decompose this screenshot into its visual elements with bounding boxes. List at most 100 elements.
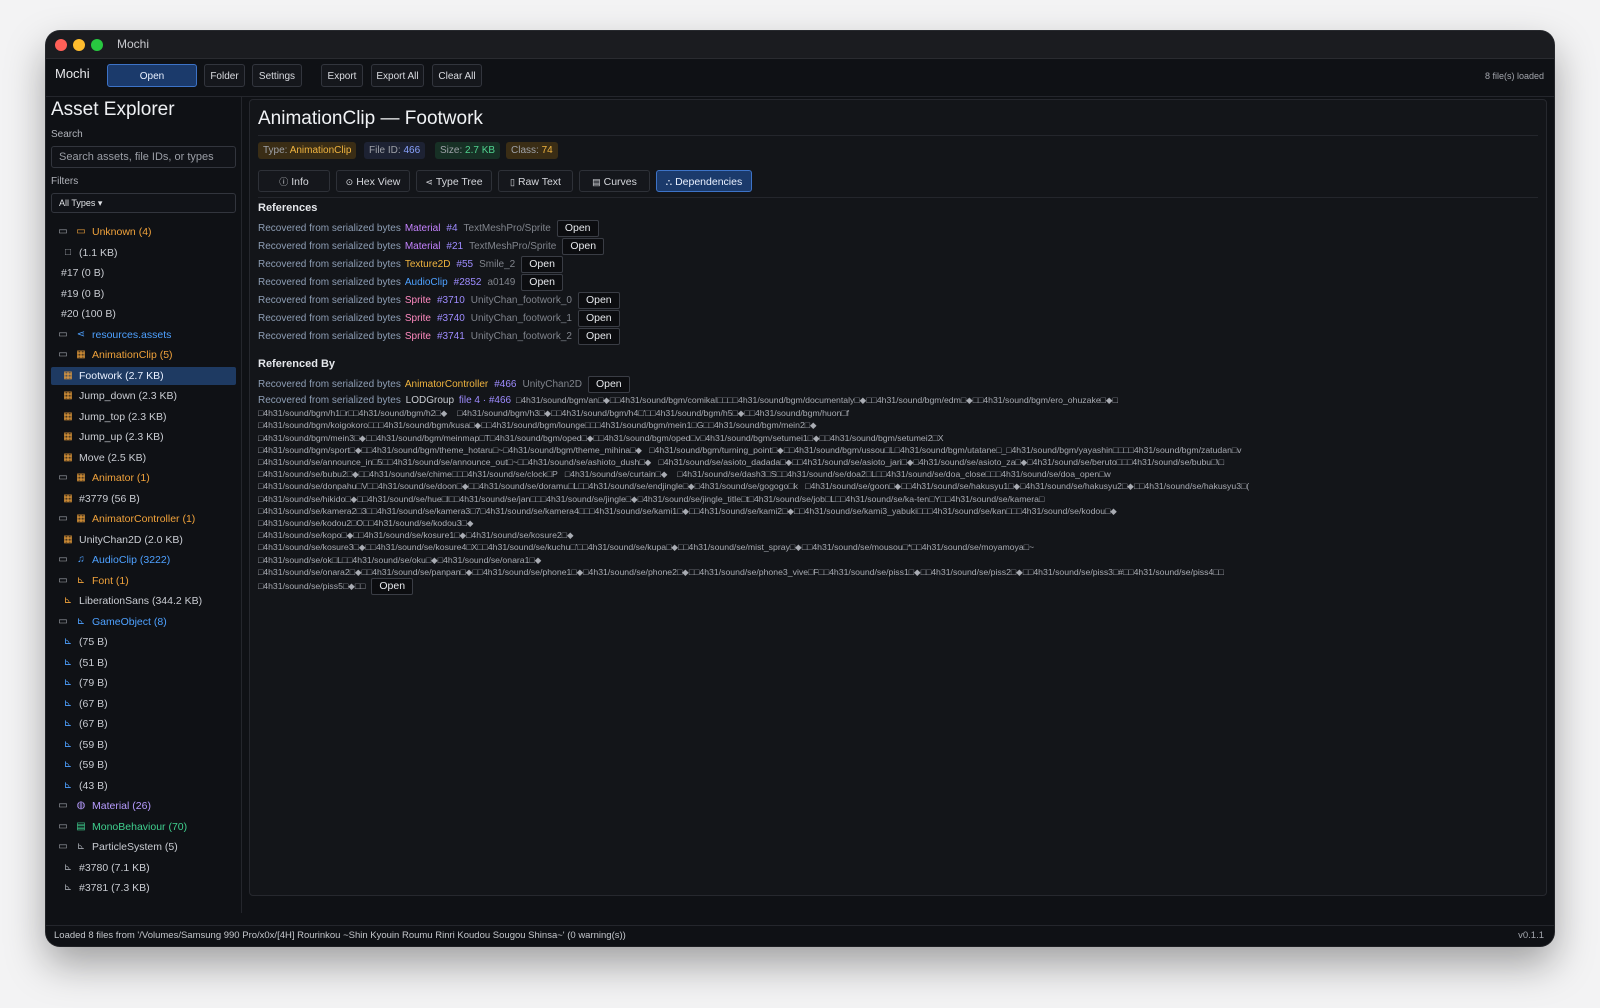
settings-button[interactable]: Settings <box>252 64 302 87</box>
minimize-window-button[interactable] <box>73 39 85 51</box>
tree-item[interactable]: ▭ ⊾ ParticleSystem (5) <box>51 838 236 856</box>
reference-path-id: #466 <box>494 379 517 391</box>
folder-toggle-icon[interactable]: ▭ <box>56 797 70 815</box>
tree-item[interactable]: ▭ ▦ Animator (1) <box>51 469 236 487</box>
chart-icon: ⊾ <box>63 759 73 771</box>
tree-item[interactable]: ▭ ▦ AnimationClip (5) <box>51 346 236 364</box>
tree-item[interactable]: ⊾ (43 B) <box>51 777 236 795</box>
open-reference-button[interactable]: Open <box>521 256 563 273</box>
open-reference-button[interactable]: Open <box>577 310 620 327</box>
main-panel: AnimationClip — Footwork Type: Animation… <box>249 99 1547 896</box>
dependencies-icon: ⛬ <box>665 177 673 187</box>
tree-item[interactable]: ▦ Move (2.5 KB) <box>51 449 236 467</box>
tree-item[interactable]: #19 (0 B) <box>51 285 236 303</box>
tree-item[interactable]: ▦ Jump_down (2.3 KB) <box>51 387 236 405</box>
export-all-button[interactable]: Export All <box>371 64 424 87</box>
tree-item-label: AnimatorController (1) <box>92 513 196 525</box>
tree-item[interactable]: ▭ ⊾ GameObject (8) <box>51 613 236 631</box>
class-badge-label: Class: <box>511 145 539 156</box>
tree-item[interactable]: ⊾ (75 B) <box>51 633 236 651</box>
tree-item[interactable]: ⊾ (51 B) <box>51 654 236 672</box>
reference-row: Recovered from serialized bytes Material #… <box>258 238 605 255</box>
folder-toggle-icon[interactable]: ▭ <box>56 346 70 364</box>
file-icon: □ <box>64 246 72 258</box>
tree-item[interactable]: ⊾ (67 B) <box>51 695 236 713</box>
tab-info[interactable]: ⓘ Info <box>258 170 330 192</box>
open-reference-button[interactable]: Open <box>521 274 563 291</box>
tree-item-label: MonoBehaviour (70) <box>92 820 188 833</box>
tab-hex-view[interactable]: ⊙ Hex View <box>336 170 410 192</box>
lod-text: □4h31/sound/se/kopo□◆□□4h31/sound/se/kos… <box>258 530 574 541</box>
tree-item[interactable]: #20 (100 B) <box>51 305 236 323</box>
tree-item[interactable]: ⊾ #3781 (7.3 KB) <box>51 879 236 897</box>
tree-item[interactable]: ⊾ (59 B) <box>51 736 236 754</box>
type-badge-label: Type: <box>263 145 288 156</box>
folder-toggle-icon[interactable]: ▭ <box>56 223 70 241</box>
tree-item[interactable]: ▭ ▤ MonoBehaviour (70) <box>51 818 236 836</box>
folder-toggle-icon[interactable]: ▭ <box>56 613 70 631</box>
tree-item[interactable]: ⊾ (67 B) <box>51 715 236 733</box>
lodgroup-reference: Recovered from serialized bytes LODGroup… <box>258 394 1518 596</box>
tree-item[interactable]: ▭ ▭ Unknown (4) <box>51 223 236 241</box>
chart-icon: ⊾ <box>63 636 73 648</box>
class-badge-value: 74 <box>541 145 553 156</box>
tree-item[interactable]: ⊾ LiberationSans (344.2 KB) <box>51 592 236 610</box>
folder-toggle-icon[interactable]: ▭ <box>56 818 70 836</box>
close-window-button[interactable] <box>55 39 67 51</box>
tree-item[interactable]: #17 (0 B) <box>51 264 236 282</box>
open-reference-button[interactable]: Open <box>371 578 414 596</box>
open-button[interactable]: Open <box>107 64 197 87</box>
open-reference-button[interactable]: Open <box>577 328 620 345</box>
search-input[interactable] <box>51 146 236 168</box>
tree-item[interactable]: ⊾ (79 B) <box>51 674 236 692</box>
open-reference-button[interactable]: Open <box>562 238 605 255</box>
tree-item-label: AudioClip (3222) <box>92 554 171 566</box>
reference-source: Recovered from serialized bytes <box>258 241 401 253</box>
chart-icon: ⊾ <box>76 841 86 853</box>
tree-item[interactable]: ⊾ #3780 (7.1 KB) <box>51 859 236 877</box>
document-icon: ▯ <box>510 177 515 187</box>
export-button[interactable]: Export <box>321 64 363 87</box>
folder-toggle-icon[interactable]: ▭ <box>56 572 70 590</box>
tree-item[interactable]: ▭ ⋖ resources.assets <box>51 326 236 344</box>
reference-name: UnityChan_footwork_1 <box>470 313 572 325</box>
info-icon: ⓘ <box>279 177 289 187</box>
tree-item[interactable]: ▭ ▦ AnimatorController (1) <box>51 510 236 528</box>
folder-toggle-icon[interactable]: ▭ <box>56 326 70 344</box>
tree-item[interactable]: □ (1.1 KB) <box>51 244 236 262</box>
tree-item[interactable]: ▦ Footwork (2.7 KB) <box>51 366 236 385</box>
tree-item[interactable]: ⊾ (59 B) <box>51 756 236 774</box>
chart-icon: ⊾ <box>63 697 73 709</box>
tree-item[interactable]: ▭ ⊾ Font (1) <box>51 572 236 590</box>
tab-curves[interactable]: ▤ Curves <box>579 170 650 192</box>
tree-item[interactable]: ▦ Jump_top (2.3 KB) <box>51 408 236 426</box>
tree-item[interactable]: ▦ UnityChan2D (2.0 KB) <box>51 531 236 549</box>
lod-line: □4h31/sound/se/announce_in□5□□4h31/sound… <box>258 456 1518 468</box>
folder-toggle-icon[interactable]: ▭ <box>56 838 70 856</box>
open-reference-button[interactable]: Open <box>587 376 630 393</box>
type-filter-select[interactable]: All Types ▾ <box>51 193 236 213</box>
reference-source: Recovered from serialized bytes <box>258 223 401 235</box>
tab-hex-view-label: Hex View <box>356 176 401 188</box>
tree-item[interactable]: ▭ ◍ Material (26) <box>51 797 236 815</box>
tree-item-label: Footwork (2.7 KB) <box>79 369 164 382</box>
folder-toggle-icon[interactable]: ▭ <box>56 469 70 487</box>
tree-item-label: (43 B) <box>79 779 108 792</box>
chart-icon: ⊾ <box>76 615 86 627</box>
tab-raw-text[interactable]: ▯ Raw Text <box>498 170 573 192</box>
files-loaded-count: 8 file(s) loaded <box>1484 71 1544 81</box>
tab-dependencies[interactable]: ⛬ Dependencies <box>656 170 752 192</box>
zoom-window-button[interactable] <box>91 39 103 51</box>
lod-text: □4h31/sound/se/kamera2□3□□4h31/sound/se/… <box>258 505 1117 516</box>
tab-type-tree[interactable]: ⋖ Type Tree <box>416 170 492 192</box>
clear-all-button[interactable]: Clear All <box>432 64 482 87</box>
folder-button[interactable]: Folder <box>204 64 245 87</box>
tree-item[interactable]: ▭ ♫ AudioClip (3222) <box>51 551 236 569</box>
folder-toggle-icon[interactable]: ▭ <box>56 510 70 528</box>
reference-name: UnityChan_footwork_0 <box>470 295 572 307</box>
tree-item[interactable]: ▦ Jump_up (2.3 KB) <box>51 428 236 446</box>
open-reference-button[interactable]: Open <box>577 292 620 309</box>
folder-toggle-icon[interactable]: ▭ <box>56 551 70 569</box>
open-reference-button[interactable]: Open <box>556 220 599 237</box>
tree-item[interactable]: ▦ #3779 (56 B) <box>51 490 236 508</box>
